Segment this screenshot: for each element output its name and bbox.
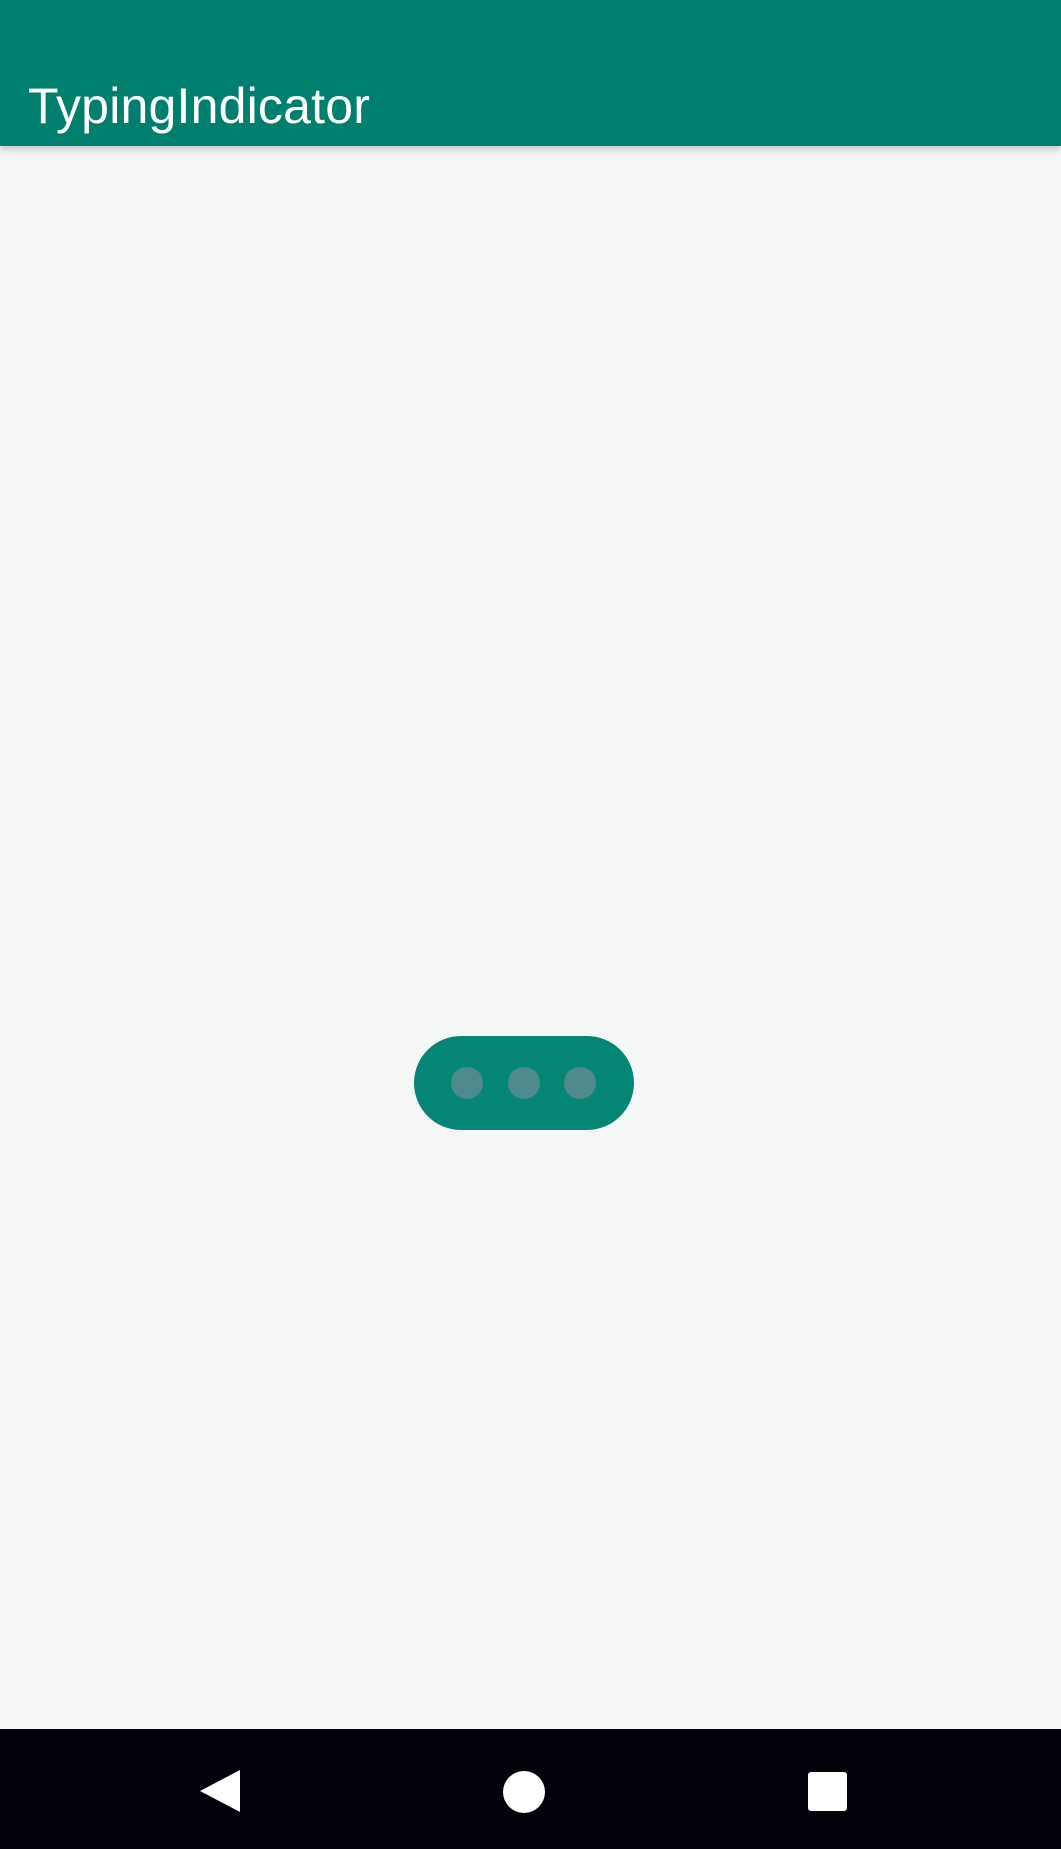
typing-indicator-bubble [414,1036,634,1130]
back-icon[interactable] [200,1770,240,1812]
typing-dot [508,1067,540,1099]
recents-icon[interactable] [808,1772,847,1811]
typing-dot [564,1067,596,1099]
typing-dot [451,1067,483,1099]
main-content [0,146,1061,1729]
home-icon[interactable] [503,1771,545,1813]
app-title: TypingIndicator [28,77,371,134]
app-bar: TypingIndicator [0,0,1061,146]
